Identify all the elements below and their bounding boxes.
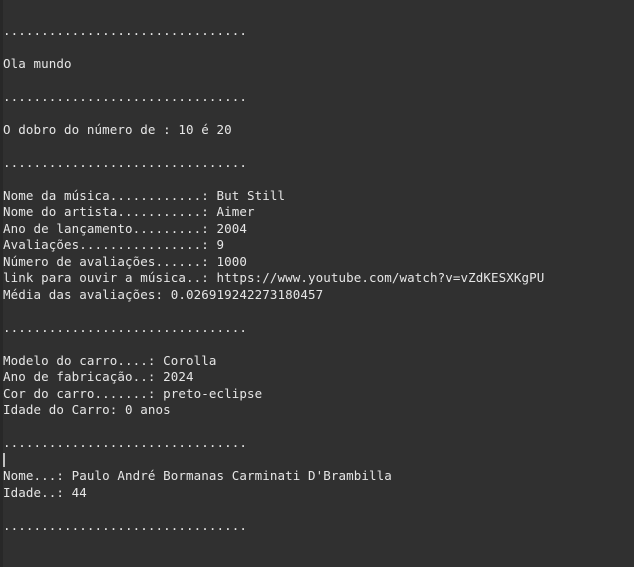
separator-line-6: ................................ xyxy=(3,517,248,533)
output-person-name: Nome...: Paulo André Bormanas Carminati … xyxy=(3,468,392,483)
output-music-artist: Nome do artista...........: Aimer xyxy=(3,204,255,219)
text-cursor xyxy=(3,452,5,467)
output-car-model: Modelo do carro....: Corolla xyxy=(3,352,217,368)
output-music-year: Ano de lançamento.........: 2004 xyxy=(3,220,248,236)
separator-line-1: ................................ xyxy=(3,22,248,38)
output-person-age: Idade..: 44 xyxy=(3,484,87,500)
output-music-average: Média das avaliações: 0.0269192422731804… xyxy=(3,286,324,302)
separator-line-5: ................................ xyxy=(3,435,248,450)
separator-line-3: ................................ xyxy=(3,154,248,170)
terminal-output-pane[interactable]: ................................ Ola mun… xyxy=(0,0,634,567)
output-car-age: Idade do Carro: 0 anos xyxy=(3,402,171,417)
separator-line-2: ................................ xyxy=(3,88,248,104)
output-car-color: Cor do carro.......: preto-eclipse xyxy=(3,385,263,401)
separator-line-4: ................................ xyxy=(3,319,248,335)
output-music-link: link para ouvir a música..: https://www.… xyxy=(3,270,545,285)
cursor-line[interactable] xyxy=(3,452,634,469)
output-music-ratings: Avaliações................: 9 xyxy=(3,237,225,252)
output-music-num-ratings: Número de avaliações......: 1000 xyxy=(3,253,248,269)
output-music-name: Nome da música............: But Still xyxy=(3,187,286,203)
output-hello-world: Ola mundo xyxy=(3,55,72,71)
output-double-number: O dobro do número de : 10 é 20 xyxy=(3,121,232,137)
output-car-year: Ano de fabricação..: 2024 xyxy=(3,369,194,384)
